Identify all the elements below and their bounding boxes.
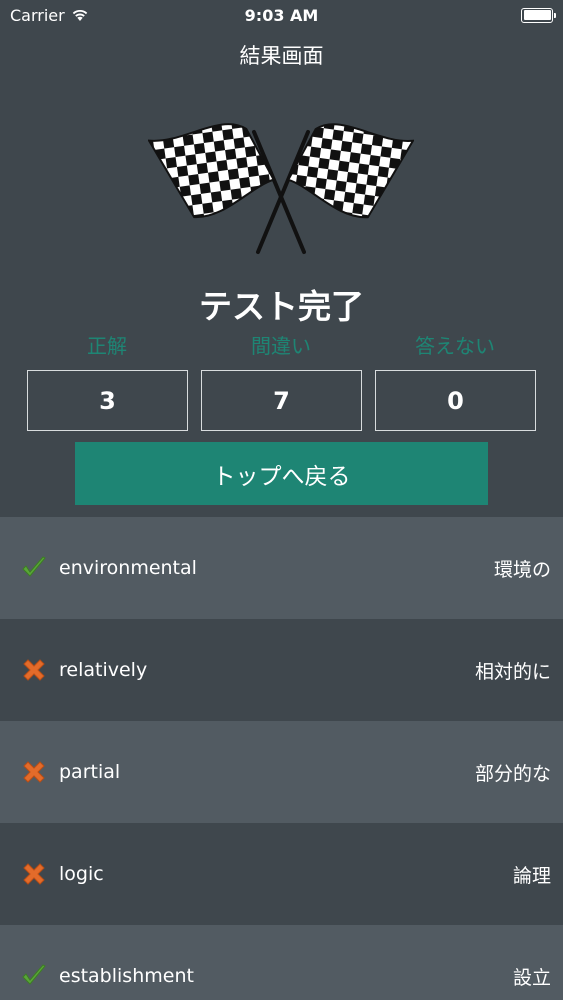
battery-icon [521, 7, 556, 23]
status-bar: Carrier 9:03 AM [0, 0, 563, 30]
unanswered-label: 答えない [415, 334, 495, 358]
meaning-text: 部分的な [474, 762, 551, 785]
list-item[interactable]: relatively 相対的に [0, 619, 563, 721]
word-result-list: environmental 環境の relatively 相対的に partia… [0, 517, 563, 1000]
status-left: Carrier [10, 6, 89, 25]
meaning-text: 論理 [512, 864, 551, 887]
word-text: establishment [59, 965, 194, 987]
checkered-flags-icon [148, 123, 414, 254]
list-item[interactable]: partial 部分的な [0, 721, 563, 823]
meaning-text: 環境の [493, 558, 551, 581]
correct-count-box: 3 [27, 370, 188, 431]
wrong-count-box: 7 [201, 370, 362, 431]
wifi-icon [72, 9, 87, 21]
cross-icon [23, 863, 45, 885]
unanswered-count: 0 [447, 386, 464, 415]
unanswered-count-box: 0 [375, 370, 536, 431]
list-item[interactable]: environmental 環境の [0, 517, 563, 619]
wrong-count: 7 [273, 386, 290, 415]
word-text: environmental [59, 557, 197, 579]
result-title: テスト完了 [199, 287, 364, 326]
correct-label: 正解 [87, 334, 127, 358]
wrong-label: 間違い [251, 334, 311, 358]
check-icon [22, 964, 46, 985]
meaning-text: 設立 [512, 966, 551, 989]
cross-icon [23, 659, 45, 681]
list-item[interactable]: logic 論理 [0, 823, 563, 925]
list-item[interactable]: establishment 設立 [0, 925, 563, 1000]
battery-level [523, 10, 551, 20]
back-to-top-button[interactable]: トップへ戻る [75, 442, 488, 505]
check-icon [22, 556, 46, 577]
nav-title: 結果画面 [239, 44, 324, 68]
word-text: logic [59, 863, 104, 885]
cross-icon [23, 761, 45, 783]
correct-count: 3 [99, 386, 116, 415]
word-text: partial [59, 761, 121, 783]
meaning-text: 相対的に [474, 660, 551, 683]
carrier-label: Carrier [10, 5, 65, 25]
word-text: relatively [59, 659, 148, 681]
